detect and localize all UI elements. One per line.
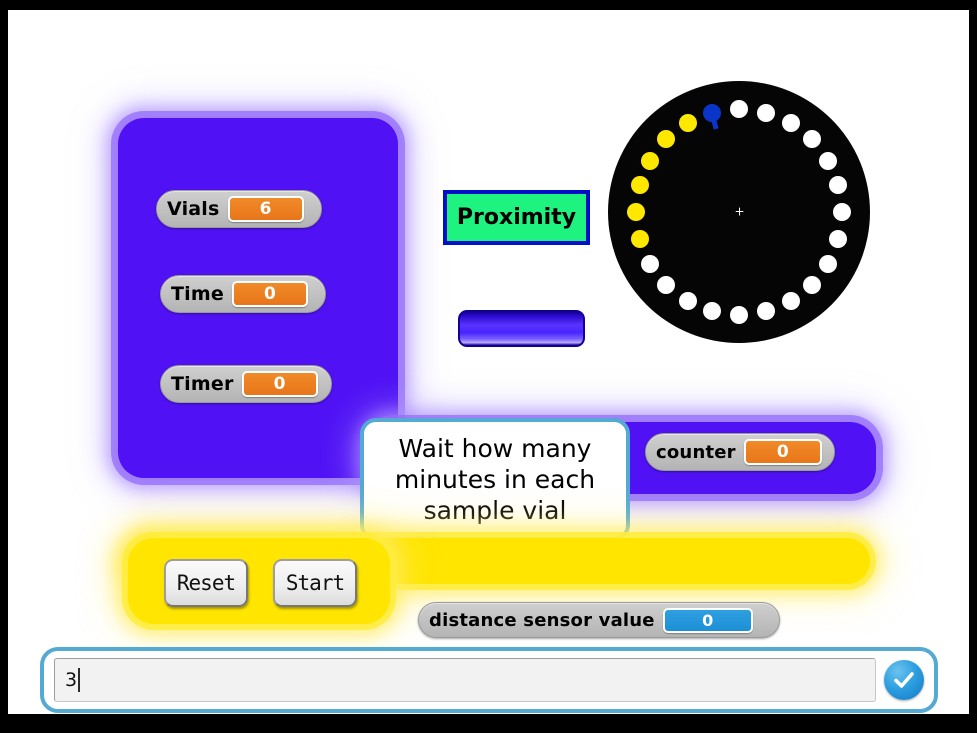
- reset-button[interactable]: Reset: [164, 559, 248, 607]
- blue-bar-sprite[interactable]: [458, 310, 585, 347]
- carousel-hole-9: [802, 275, 821, 294]
- readout-counter[interactable]: counter 0: [645, 433, 835, 471]
- carousel-hole-1: [756, 103, 775, 122]
- reset-button-label: Reset: [176, 571, 236, 595]
- readout-distance-sensor-value: 0: [662, 607, 753, 633]
- readout-time-label: Time: [171, 283, 224, 305]
- proximity-label[interactable]: Proximity: [443, 190, 590, 245]
- proximity-label-text: Proximity: [456, 205, 577, 230]
- carousel-hole-5: [829, 176, 848, 195]
- carousel-hole-12: [730, 306, 748, 324]
- carousel-hole-21: [657, 130, 676, 149]
- ask-input[interactable]: 3: [54, 658, 876, 702]
- ask-prompt-bar[interactable]: 3: [40, 647, 938, 713]
- ask-submit-button[interactable]: [884, 660, 924, 700]
- readout-timer[interactable]: Timer 0: [160, 365, 332, 403]
- carousel-hole-11: [756, 302, 775, 321]
- start-button[interactable]: Start: [273, 559, 357, 607]
- readout-vials[interactable]: Vials 6: [156, 190, 322, 228]
- carousel-hole-16: [640, 254, 659, 273]
- carousel-hole-20: [640, 151, 659, 170]
- readout-distance-sensor-label: distance sensor value: [429, 609, 655, 631]
- vial-carousel[interactable]: +: [608, 81, 870, 343]
- carousel-hole-17: [630, 229, 649, 248]
- carousel-hole-10: [781, 292, 800, 311]
- carousel-hole-4: [819, 151, 838, 170]
- start-button-label: Start: [285, 571, 345, 595]
- readout-timer-label: Timer: [171, 373, 234, 395]
- carousel-hole-2: [781, 113, 800, 132]
- readout-counter-label: counter: [656, 441, 736, 463]
- carousel-hole-18: [627, 203, 645, 221]
- carousel-hole-15: [657, 275, 676, 294]
- carousel-hole-3: [802, 130, 821, 149]
- carousel-hole-7: [829, 229, 848, 248]
- readout-counter-value: 0: [743, 439, 822, 465]
- readout-time[interactable]: Time 0: [160, 275, 326, 313]
- readout-vials-label: Vials: [167, 198, 220, 220]
- carousel-hole-8: [819, 254, 838, 273]
- readout-distance-sensor[interactable]: distance sensor value 0: [418, 602, 780, 638]
- carousel-hole-6: [833, 203, 851, 221]
- readout-vials-value: 6: [227, 196, 304, 222]
- project-stage[interactable]: Vials 6 Time 0 Timer 0 counter 0 Proximi…: [8, 10, 969, 714]
- readout-timer-value: 0: [241, 371, 318, 397]
- ask-input-value: 3: [65, 669, 78, 691]
- carousel-hole-19: [630, 176, 649, 195]
- carousel-hole-0: [730, 100, 748, 118]
- speech-bubble: Wait how many minutes in each sample via…: [360, 418, 630, 541]
- carousel-center-marker: +: [734, 204, 745, 219]
- readout-time-value: 0: [231, 281, 308, 307]
- speech-bubble-text: Wait how many minutes in each sample via…: [394, 434, 596, 525]
- carousel-hole-13: [703, 302, 722, 321]
- stage-frame: Vials 6 Time 0 Timer 0 counter 0 Proximi…: [0, 0, 977, 733]
- text-caret: [78, 668, 81, 692]
- checkmark-icon: [894, 672, 914, 688]
- carousel-hole-22: [678, 113, 697, 132]
- carousel-hole-14: [678, 292, 697, 311]
